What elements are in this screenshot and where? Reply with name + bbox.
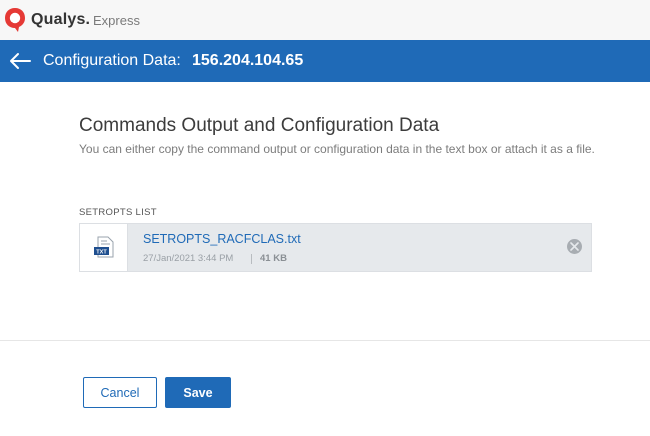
file-icon-box: TXT bbox=[80, 224, 128, 271]
attachment-card: TXT SETROPTS_RACFCLAS.txt 27/Jan/2021 3:… bbox=[79, 223, 592, 272]
arrow-left-icon[interactable] bbox=[8, 51, 32, 71]
brand-name: Qualys. bbox=[31, 11, 91, 28]
page-header: Configuration Data: 156.204.104.65 bbox=[0, 40, 650, 82]
page-title-label: Configuration Data: bbox=[43, 52, 181, 69]
page-title-ip: 156.204.104.65 bbox=[192, 52, 304, 69]
attachment-file-name[interactable]: SETROPTS_RACFCLAS.txt bbox=[143, 232, 301, 246]
section-heading: Commands Output and Configuration Data bbox=[79, 115, 440, 136]
remove-attachment-button[interactable] bbox=[567, 239, 582, 254]
qualys-logo-icon bbox=[5, 8, 25, 32]
meta-divider bbox=[251, 254, 252, 264]
product-name: Express bbox=[93, 13, 140, 28]
save-button[interactable]: Save bbox=[165, 377, 231, 408]
app-topbar: Qualys. Express bbox=[0, 0, 650, 40]
attachment-date: 27/Jan/2021 3:44 PM bbox=[143, 253, 234, 264]
txt-file-icon: TXT bbox=[94, 236, 114, 258]
setropts-list-label: SETROPTS LIST bbox=[79, 207, 157, 218]
txt-badge-label: TXT bbox=[96, 250, 107, 256]
attachment-size: 41 KB bbox=[260, 253, 287, 264]
close-icon bbox=[570, 242, 579, 251]
section-description: You can either copy the command output o… bbox=[79, 142, 595, 156]
footer-divider bbox=[0, 340, 650, 341]
cancel-button[interactable]: Cancel bbox=[83, 377, 157, 408]
